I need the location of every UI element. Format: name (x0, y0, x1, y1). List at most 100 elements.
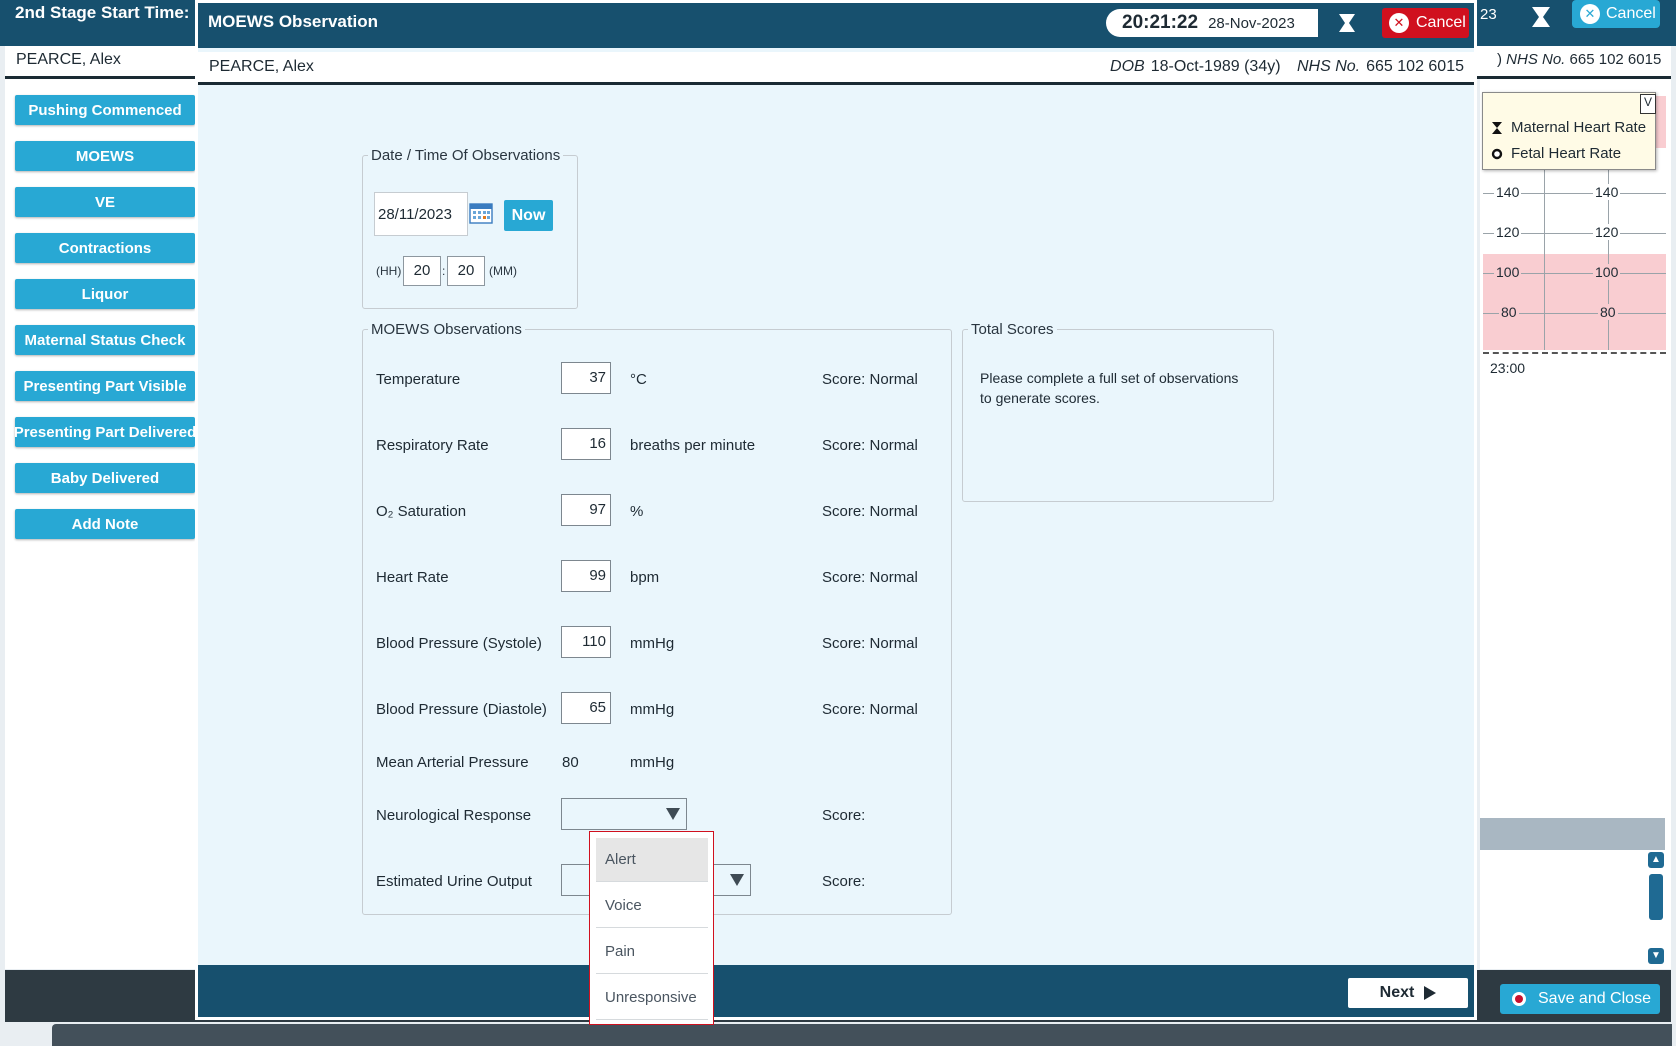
temperature-label: Temperature (376, 371, 461, 388)
filter-icon[interactable] (1338, 12, 1356, 34)
chart-tick-label: 120 (1494, 224, 1522, 240)
heart-rate-input[interactable]: 99 (561, 560, 611, 592)
nhs-value: 665 102 6015 (1569, 51, 1662, 68)
legend-fetal-heart-rate: Fetal Heart Rate (1491, 145, 1621, 162)
scroll-down-icon[interactable]: ▼ (1648, 948, 1664, 964)
option-alert[interactable]: Alert (596, 838, 708, 882)
bp-diastole-input[interactable]: 65 (561, 692, 611, 724)
patient-identifiers: DOB 18-Oct-1989 (34y) NHS No. 665 102 6015 (1098, 58, 1464, 76)
option-unresponsive[interactable]: Unresponsive (596, 976, 708, 1020)
stage-start-time: 2nd Stage Start Time: 1! (15, 3, 210, 22)
patient-name: PEARCE, Alex (209, 58, 314, 75)
temperature-unit: °C (630, 371, 647, 388)
chart-tick-label: 80 (1499, 304, 1519, 320)
sidebar-presenting-part-delivered-button[interactable]: Presenting Part Delivered (15, 417, 195, 447)
nhs-label: NHS No. (1506, 51, 1566, 68)
calendar-icon[interactable] (469, 202, 493, 224)
option-voice[interactable]: Voice (596, 884, 708, 928)
legend-maternal-heart-rate: Maternal Heart Rate (1491, 119, 1646, 136)
total-scores-section: Total Scores Please complete a full set … (962, 321, 1274, 502)
dialog-cancel-button[interactable]: ✕ Cancel (1382, 8, 1469, 38)
background-bottom-strip (52, 1024, 1672, 1046)
sidebar-liquor-button[interactable]: Liquor (15, 279, 195, 309)
nhs-label: NHS No. (1297, 58, 1361, 75)
temperature-input[interactable]: 37 (561, 362, 611, 394)
dialog-header: MOEWS Observation 20:21:22 28-Nov-2023 ✕… (198, 3, 1474, 48)
mm-label: (MM) (489, 264, 517, 278)
chart-tick-label: 100 (1593, 264, 1621, 280)
datetime-section-title: Date / Time Of Observations (371, 147, 561, 164)
save-and-close-button[interactable]: Save and Close (1500, 984, 1660, 1014)
header-date-fragment: 23 (1480, 6, 1497, 23)
next-button[interactable]: Next (1348, 978, 1468, 1008)
neurological-response-score: Score: (822, 807, 866, 824)
datetime-section: Date / Time Of Observations 28/11/2023 N… (362, 147, 578, 309)
background-notes-header (1480, 818, 1665, 850)
nhs-prefix: ) (1497, 51, 1502, 68)
hourglass-icon (1492, 121, 1502, 134)
minute-input[interactable]: 20 (447, 256, 485, 286)
sidebar-add-note-button[interactable]: Add Note (15, 509, 195, 539)
hh-label: (HH) (376, 264, 402, 278)
sidebar-pushing-commenced-button[interactable]: Pushing Commenced (15, 95, 195, 125)
heart-rate-label: Heart Rate (376, 569, 449, 586)
scroll-up-icon[interactable]: ▲ (1648, 852, 1664, 868)
urine-output-label: Estimated Urine Output (376, 873, 532, 890)
chevron-down-icon (730, 874, 744, 886)
bp-systole-score: Score: Normal (822, 635, 918, 652)
chart-tick-label: 120 (1593, 224, 1621, 240)
o2-saturation-input[interactable]: 97 (561, 494, 611, 526)
sidebar-contractions-button[interactable]: Contractions (15, 233, 195, 263)
filter-icon[interactable] (1530, 4, 1552, 30)
clock-time: 20:21:22 (1122, 12, 1199, 33)
save-and-close-label: Save and Close (1538, 990, 1651, 1007)
chart-time-label: 23:00 (1490, 360, 1526, 376)
legend-toggle-button[interactable]: V (1640, 94, 1656, 114)
legend-label: Maternal Heart Rate (1511, 119, 1647, 136)
respiratory-rate-unit: breaths per minute (630, 437, 756, 454)
nhs-value: 665 102 6015 (1366, 58, 1464, 75)
bp-diastole-unit: mmHg (630, 701, 675, 718)
sidebar-ve-button[interactable]: VE (15, 187, 195, 217)
background-scrollbar[interactable]: ▲ ▼ (1648, 852, 1664, 964)
neurological-response-label: Neurological Response (376, 807, 532, 824)
sidebar-moews-button[interactable]: MOEWS (15, 141, 195, 171)
dialog-footer: Next (198, 965, 1474, 1017)
chart-vertical-gridline (1544, 160, 1545, 350)
background-nhs: ) NHS No. 665 102 6015 (1497, 51, 1661, 68)
sidebar-baby-delivered-button[interactable]: Baby Delivered (15, 463, 195, 493)
next-label: Next (1379, 984, 1415, 1001)
chevron-down-icon (666, 808, 680, 820)
neurological-response-dropdown: Alert Voice Pain Unresponsive (589, 831, 714, 1025)
o2-saturation-unit: % (630, 503, 644, 520)
now-button[interactable]: Now (504, 200, 553, 231)
total-scores-message: Please complete a full set of observatio… (980, 370, 1239, 406)
legend-label: Fetal Heart Rate (1511, 145, 1622, 162)
neurological-response-select[interactable] (561, 798, 687, 830)
close-icon: ✕ (1580, 4, 1600, 24)
date-input[interactable]: 28/11/2023 (374, 192, 468, 236)
scroll-thumb[interactable] (1649, 874, 1663, 920)
background-cancel-button[interactable]: ✕ Cancel (1572, 0, 1660, 28)
moews-observation-dialog: MOEWS Observation 20:21:22 28-Nov-2023 ✕… (195, 0, 1477, 1025)
dob-value: 18-Oct-1989 (34y) (1150, 58, 1281, 75)
clock-date: 28-Nov-2023 (1208, 14, 1295, 32)
moews-observations-title: MOEWS Observations (371, 321, 522, 338)
moews-observations-section: MOEWS Observations Temperature 37 °C Sco… (362, 321, 952, 915)
option-pain[interactable]: Pain (596, 930, 708, 974)
total-scores-title: Total Scores (971, 321, 1054, 338)
sidebar-maternal-status-check-button[interactable]: Maternal Status Check (15, 325, 195, 355)
bp-diastole-label: Blood Pressure (Diastole) (376, 701, 547, 718)
chart-legend: Maternal Heart Rate Fetal Heart Rate (1482, 92, 1656, 170)
respiratory-rate-input[interactable]: 16 (561, 428, 611, 460)
dob-label: DOB (1110, 58, 1145, 75)
time-separator: : (442, 264, 446, 278)
mean-arterial-pressure-label: Mean Arterial Pressure (376, 754, 529, 771)
o2-saturation-label: O₂ Saturation (376, 503, 467, 520)
bp-systole-input[interactable]: 110 (561, 626, 611, 658)
record-icon (1512, 992, 1526, 1006)
hour-input[interactable]: 20 (403, 256, 441, 286)
sidebar-presenting-part-visible-button[interactable]: Presenting Part Visible (15, 371, 195, 401)
background-patient-name: PEARCE, Alex (16, 51, 121, 68)
respiratory-rate-score: Score: Normal (822, 437, 918, 454)
